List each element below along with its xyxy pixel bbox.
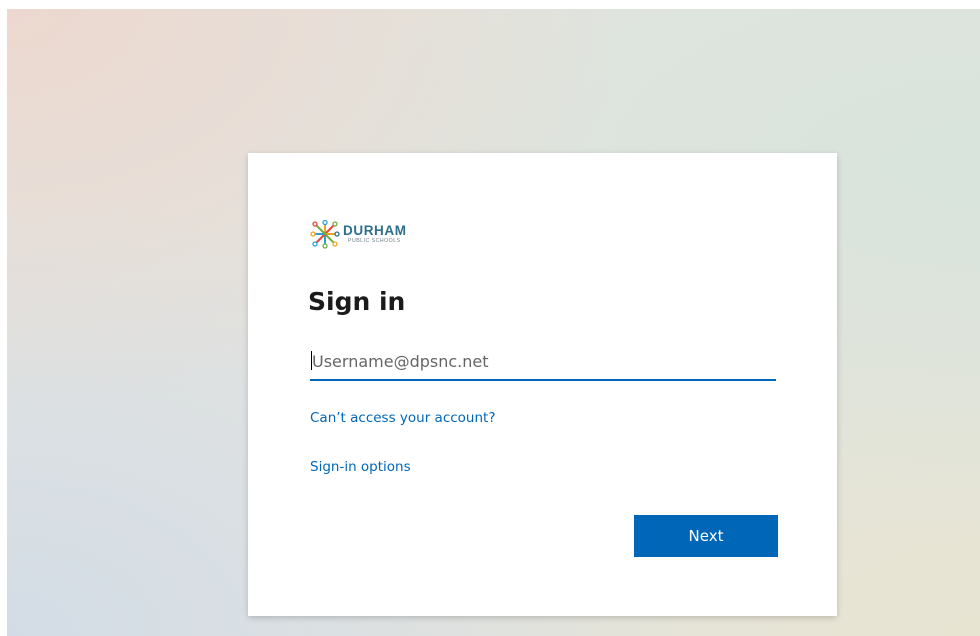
organization-logo: DURHAM PUBLIC SCHOOLS (310, 219, 407, 249)
username-input[interactable] (310, 343, 776, 381)
durham-logo-icon (310, 219, 340, 249)
logo-title: DURHAM (343, 223, 407, 239)
next-button[interactable]: Next (634, 515, 778, 557)
logo-text: DURHAM PUBLIC SCHOOLS (343, 224, 407, 244)
sign-in-options-link[interactable]: Sign-in options (310, 459, 411, 475)
text-cursor (311, 351, 312, 370)
sign-in-card: DURHAM PUBLIC SCHOOLS Sign in Can’t acce… (248, 153, 837, 616)
page-title: Sign in (308, 287, 406, 316)
cant-access-account-link[interactable]: Can’t access your account? (310, 410, 496, 426)
logo-subtitle: PUBLIC SCHOOLS (348, 237, 401, 244)
